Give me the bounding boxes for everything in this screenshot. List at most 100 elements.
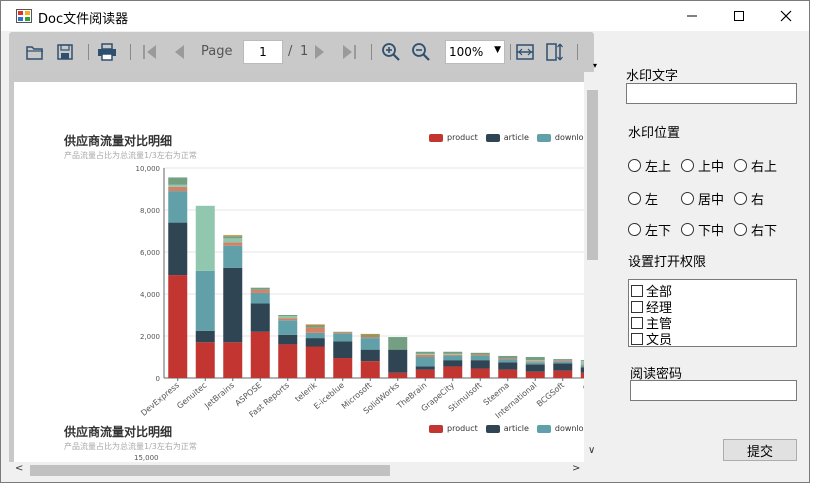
chart-bar [443,366,463,378]
chart-bar [305,327,325,333]
horizontal-scrollbar[interactable]: < > [9,462,584,479]
legend-swatch [429,424,443,433]
chart-bar [223,267,243,343]
chart-bar [168,222,188,276]
x-tick-label: BCGSoft [535,381,566,409]
chart-bar [470,368,490,378]
checkbox-box [631,284,643,297]
radio-left[interactable]: 左 [628,189,658,208]
legend-item[interactable]: product [429,424,478,433]
chart-bar [278,318,298,321]
legend-label: download [554,424,584,433]
scroll-right-icon[interactable]: > [572,463,580,474]
chart-bar [223,238,243,243]
minimize-button[interactable] [669,1,715,31]
title-bar: Doc文件阅读器 [1,1,809,31]
chart-bar [525,357,545,361]
radio-right[interactable]: 右 [734,189,764,208]
chart-bar [223,242,243,246]
zoom-in-button[interactable] [381,42,401,62]
radio-top-right[interactable]: 右上 [734,156,777,175]
chart-bar [223,245,243,268]
print-button[interactable] [97,42,117,62]
horizontal-scroll-thumb[interactable] [30,465,390,476]
first-page-button[interactable] [140,42,160,62]
save-button[interactable] [55,42,75,62]
scroll-left-icon[interactable]: < [15,463,23,474]
checkbox-box [631,300,643,313]
legend-item[interactable]: download [536,424,584,433]
chart-bar [305,346,325,378]
previous-page-button[interactable] [170,42,190,62]
maximize-button[interactable] [716,1,762,31]
scroll-down-icon[interactable]: ∨ [588,445,595,456]
toolbar-overflow-icon[interactable]: ▾ [593,61,597,70]
chart-bar [415,353,435,355]
chart-bar [553,359,573,361]
x-tick-label: DevExpress [139,381,181,418]
y-tick-label: 2,000 [140,333,160,341]
submit-button[interactable]: 提交 [723,439,797,461]
watermark-position-label: 水印位置 [628,126,681,141]
chart-bar [525,364,545,372]
radio-top-left[interactable]: 左上 [628,156,671,175]
fit-page-icon [546,43,563,61]
chart-bar [360,333,380,335]
y-tick-label: 8,000 [140,207,160,215]
folder-open-icon [26,46,43,60]
chart-bar [443,360,463,367]
checkbox-clerk[interactable]: 文员 [631,329,672,348]
chart-bar [195,205,215,271]
previous-page-icon [175,45,184,59]
chart-bar [360,349,380,362]
vertical-scroll-thumb[interactable] [587,90,598,260]
chart-bar [195,270,215,331]
zoom-select[interactable]: 100% ▼ [445,40,505,64]
toolbar-separator [510,44,511,60]
radio-circle [628,192,641,205]
last-page-button[interactable] [339,42,359,62]
zoom-out-icon [412,43,430,61]
zoom-in-icon [382,43,400,61]
chart-bar [278,316,298,319]
first-page-icon [143,45,156,59]
viewer-toolbar: Page 1 / 1 100% ▼ [9,32,594,72]
radio-bottom-center[interactable]: 下中 [681,220,724,239]
fit-page-button[interactable] [544,42,564,62]
vertical-scrollbar[interactable]: ∨ [584,72,601,462]
chart-bar [415,354,435,357]
chart-bar [443,355,463,361]
chart-bar [278,334,298,345]
chart-title-2: 供应商流量对比明细 [64,425,173,439]
close-button[interactable] [763,1,809,31]
open-button[interactable] [25,42,45,62]
legend-item[interactable]: article [485,424,529,433]
page-number-input[interactable]: 1 [243,40,283,64]
chart-bar [443,351,463,354]
page-total: 1 [300,44,309,59]
zoom-out-button[interactable] [411,42,431,62]
chart-bar [553,361,573,364]
chart2-ytick-top: 15,000 [134,454,159,462]
watermark-text-input[interactable] [626,83,797,104]
chart-bar [470,354,490,356]
page-label: Page [201,44,233,59]
next-page-button[interactable] [309,42,329,62]
chart-bar [250,292,270,304]
radio-top-center[interactable]: 上中 [681,156,724,175]
chart-bar [333,333,353,342]
chart-legend-2: product article download [429,424,584,433]
radio-bottom-left[interactable]: 左下 [628,220,671,239]
legend-swatch [536,424,551,433]
watermark-text-label: 水印文字 [626,69,679,84]
radio-center[interactable]: 居中 [681,189,724,208]
save-icon [57,44,73,60]
fit-width-button[interactable] [515,42,535,62]
toolbar-separator [130,44,131,60]
close-icon [780,10,792,22]
chevron-down-icon: ▼ [494,45,501,55]
password-input[interactable] [630,380,797,401]
minimize-icon [687,15,697,17]
app-icon [16,9,32,23]
radio-bottom-right[interactable]: 右下 [734,220,777,239]
